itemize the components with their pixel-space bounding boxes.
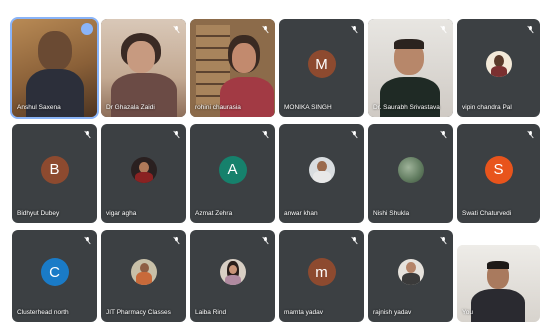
participant-name: JIT Pharmacy Classes	[106, 309, 171, 316]
participant-tile[interactable]: vigar agha	[101, 124, 186, 223]
participant-tile[interactable]: A Azmat Zehra	[190, 124, 275, 223]
participant-tile[interactable]: vipin chandra Pal	[457, 19, 540, 117]
mic-off-icon	[173, 236, 180, 245]
participant-grid: Anshul Saxena Dr Ghazala Zaidi rohini ch…	[0, 0, 544, 322]
participant-name: vipin chandra Pal	[462, 104, 512, 111]
participant-photo	[397, 259, 424, 285]
participant-tile[interactable]: Dr. Saurabh Srivastava	[368, 19, 453, 117]
participant-name: Dr Ghazala Zaidi	[106, 104, 155, 111]
avatar: C	[40, 258, 69, 286]
participant-photo	[308, 156, 335, 183]
participant-tile[interactable]: anwar khan	[279, 124, 364, 223]
participant-name: vigar agha	[106, 210, 137, 217]
participant-name: rohini chaurasia	[195, 104, 241, 111]
participant-tile[interactable]: Laiba Rind	[190, 230, 275, 322]
participant-photo	[485, 51, 512, 77]
mic-off-icon	[440, 25, 447, 34]
participant-tile[interactable]: M MONIKA SINGH	[279, 19, 364, 117]
mic-off-icon	[262, 25, 269, 34]
participant-photo	[130, 259, 157, 285]
avatar: B	[40, 155, 69, 184]
mic-off-icon	[351, 130, 358, 139]
participant-tile[interactable]: Dr Ghazala Zaidi	[101, 19, 186, 117]
participant-tile[interactable]: Anshul Saxena	[10, 17, 99, 119]
participant-photo	[397, 156, 424, 183]
participant-name: MONIKA SINGH	[284, 104, 332, 111]
mic-off-icon	[527, 25, 534, 34]
participant-name: anwar khan	[284, 210, 318, 217]
participant-name: Nishi Shukla	[373, 210, 410, 217]
participant-tile[interactable]: B Bidhyut Dubey	[12, 124, 97, 223]
mic-off-icon	[351, 236, 358, 245]
participant-name: Laiba Rind	[195, 309, 227, 316]
participant-name: mamta yadav	[284, 309, 324, 316]
participant-tile[interactable]: m mamta yadav	[279, 230, 364, 322]
avatar: S	[484, 155, 513, 184]
participant-name: Azmat Zehra	[195, 210, 233, 217]
mic-off-icon	[84, 236, 91, 245]
participant-tile[interactable]: Nishi Shukla	[368, 124, 453, 223]
mic-off-icon	[173, 130, 180, 139]
participant-name: rajnish yadav	[373, 309, 412, 316]
mic-off-icon	[527, 130, 534, 139]
participant-tile[interactable]: You	[457, 245, 540, 322]
mic-off-icon	[351, 25, 358, 34]
participant-tile[interactable]: rohini chaurasia	[190, 19, 275, 117]
avatar: m	[307, 258, 336, 286]
participant-tile[interactable]: rajnish yadav	[368, 230, 453, 322]
participant-name: Clusterhead north	[17, 309, 69, 316]
mic-off-icon	[173, 25, 180, 34]
participant-name: You	[462, 309, 473, 316]
participant-name: Bidhyut Dubey	[17, 210, 60, 217]
mic-off-icon	[262, 236, 269, 245]
participant-name: Dr. Saurabh Srivastava	[373, 104, 440, 111]
mic-off-icon	[84, 130, 91, 139]
mic-off-icon	[440, 130, 447, 139]
mic-off-icon	[440, 236, 447, 245]
participant-tile[interactable]: S Swati Chaturvedi	[457, 124, 540, 223]
avatar: M	[307, 50, 336, 78]
participant-photo	[130, 156, 157, 183]
participant-photo	[219, 259, 246, 285]
avatar: A	[218, 155, 247, 184]
mic-off-icon	[262, 130, 269, 139]
pin-icon[interactable]	[81, 23, 93, 35]
participant-tile[interactable]: C Clusterhead north	[12, 230, 97, 322]
participant-tile[interactable]: JIT Pharmacy Classes	[101, 230, 186, 322]
participant-name: Anshul Saxena	[17, 104, 61, 111]
participant-name: Swati Chaturvedi	[462, 210, 512, 217]
